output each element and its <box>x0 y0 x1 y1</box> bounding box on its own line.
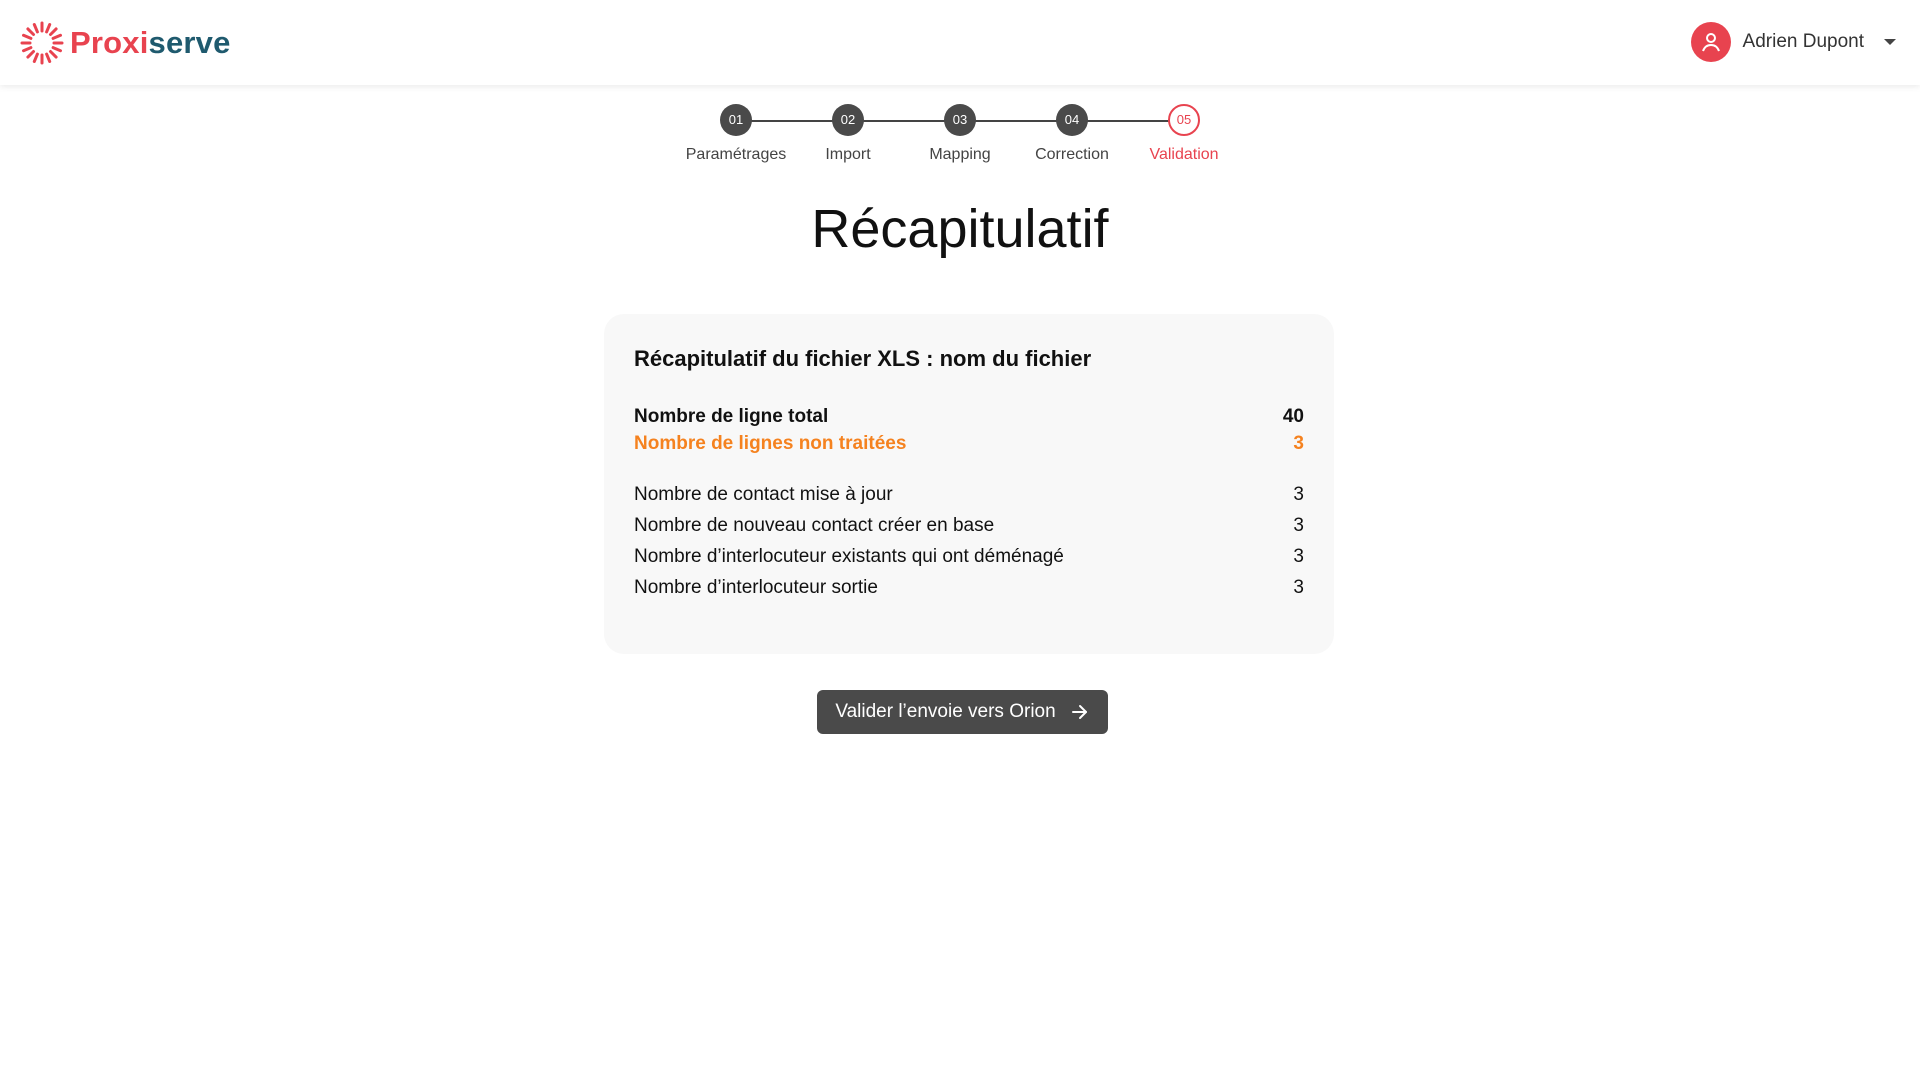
progress-stepper: 01 Paramétrages 02 Import 03 Mapping 04 … <box>0 104 1920 174</box>
validate-send-button[interactable]: Valider l’envoie vers Orion <box>817 690 1108 734</box>
brand-name: Proxiserve <box>70 25 231 61</box>
top-bar: Proxiserve Adrien Dupont <box>0 0 1920 85</box>
summary-row-label: Nombre de contact mise à jour <box>634 484 893 505</box>
step-import[interactable]: 02 Import <box>788 104 908 164</box>
summary-row-value: 3 <box>1293 546 1304 567</box>
page-title: Récapitulatif <box>811 199 1109 259</box>
user-name: Adrien Dupont <box>1742 31 1864 52</box>
step-number: 03 <box>944 104 976 136</box>
step-number: 01 <box>720 104 752 136</box>
user-icon <box>1690 22 1731 62</box>
step-mapping[interactable]: 03 Mapping <box>900 104 1020 164</box>
summary-row-label: Nombre de nouveau contact créer en base <box>634 515 995 536</box>
step-number: 04 <box>1056 104 1088 136</box>
summary-row: Nombre de nouveau contact créer en base … <box>634 515 1304 537</box>
validate-send-label: Valider l’envoie vers Orion <box>835 701 1056 722</box>
summary-row-value: 3 <box>1293 433 1304 454</box>
summary-row-value: 3 <box>1293 577 1304 598</box>
summary-row: Nombre de contact mise à jour 3 <box>634 484 1304 506</box>
summary-row-value: 3 <box>1293 515 1304 536</box>
brand-logo[interactable]: Proxiserve <box>19 20 231 66</box>
step-label: Validation <box>1149 146 1219 163</box>
summary-row-label: Nombre d’interlocuteur sortie <box>634 577 878 598</box>
summary-row-value: 40 <box>1282 406 1304 427</box>
step-number: 02 <box>832 104 864 136</box>
step-correction[interactable]: 04 Correction <box>1012 104 1132 164</box>
summary-row: Nombre d’interlocuteur sortie 3 <box>634 577 1304 599</box>
summary-card: Récapitulatif du fichier XLS : nom du fi… <box>604 314 1334 654</box>
summary-title: Récapitulatif du fichier XLS : nom du fi… <box>634 346 1092 371</box>
step-label: Correction <box>1035 146 1109 163</box>
summary-row-total: Nombre de ligne total 40 <box>634 406 1304 428</box>
summary-row-value: 3 <box>1293 484 1304 505</box>
step-validation[interactable]: 05 Validation <box>1124 104 1244 164</box>
logo-burst-icon <box>20 21 64 65</box>
step-label: Import <box>825 146 871 163</box>
step-number: 05 <box>1168 104 1200 136</box>
arrow-right-icon <box>1071 705 1087 719</box>
user-menu[interactable]: Adrien Dupont <box>1690 22 1896 62</box>
brand-name-part1: Proxi <box>70 25 149 60</box>
summary-row-label: Nombre de lignes non traitées <box>634 433 907 454</box>
step-label: Paramétrages <box>685 146 787 163</box>
step-label: Mapping <box>929 146 991 163</box>
summary-row-untreated: Nombre de lignes non traitées 3 <box>634 433 1304 455</box>
summary-row-label: Nombre de ligne total <box>634 406 829 427</box>
chevron-down-icon[interactable] <box>1884 39 1896 45</box>
brand-name-part2: serve <box>148 25 231 60</box>
summary-row-label: Nombre d’interlocuteur existants qui ont… <box>634 546 1064 567</box>
summary-row: Nombre d’interlocuteur existants qui ont… <box>634 546 1304 568</box>
step-parametrages[interactable]: 01 Paramétrages <box>676 104 796 164</box>
